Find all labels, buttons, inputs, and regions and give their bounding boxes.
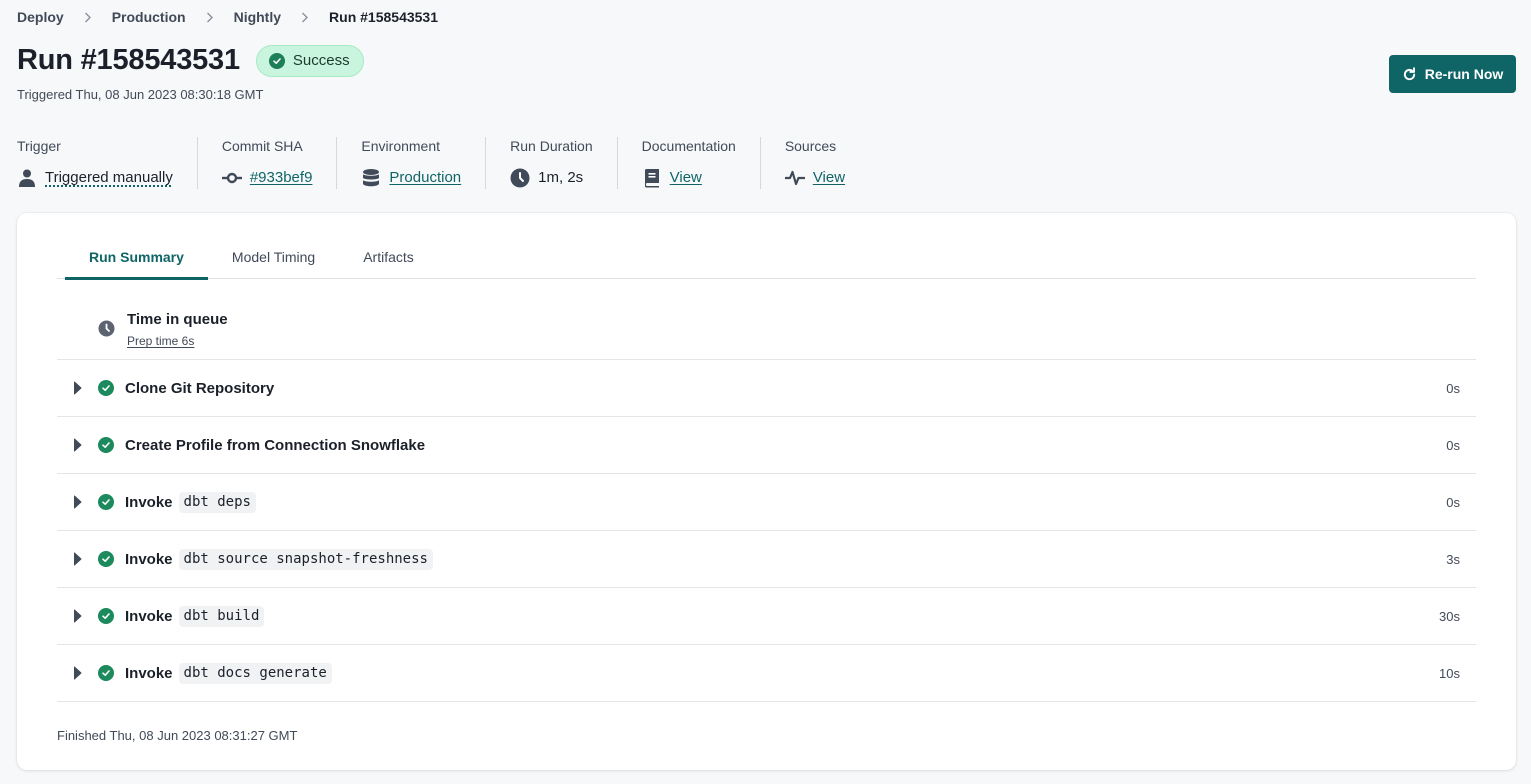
caret-right-icon[interactable] [73,495,82,509]
step-name: Clone Git Repository [125,379,275,397]
success-check-icon [98,437,114,453]
commit-sha-link[interactable]: #933bef9 [250,167,313,189]
caret-right-icon[interactable] [73,609,82,623]
step-command: dbt source snapshot-freshness [178,548,433,570]
chevron-right-icon [64,12,112,23]
breadcrumb-nightly[interactable]: Nightly [234,9,281,25]
trigger-value[interactable]: Triggered manually [45,167,173,189]
meta-run-duration: Run Duration 1m, 2s [485,137,617,189]
step-name: Invoke [125,493,173,511]
step-duration: 0s [1446,437,1460,453]
success-check-icon [98,551,114,567]
meta-documentation-label: Documentation [641,138,736,154]
book-icon [642,168,662,188]
database-icon [361,168,381,188]
caret-right-icon[interactable] [73,438,82,452]
run-summary-card: Run Summary Model Timing Artifacts Time … [17,213,1516,770]
status-badge: Success [255,44,364,77]
run-metadata: Trigger Triggered manually Commit SHA #9… [17,137,869,189]
step-duration: 10s [1439,665,1460,681]
triggered-timestamp: Triggered Thu, 08 Jun 2023 08:30:18 GMT [17,87,264,102]
tab-artifacts[interactable]: Artifacts [339,243,438,279]
chevron-right-icon [281,12,329,23]
meta-environment-label: Environment [361,138,441,154]
title-row: Run #158543531 Success [17,44,364,77]
step-duration: 0s [1446,494,1460,510]
chevron-right-icon [186,12,234,23]
step-name: Create Profile from Connection Snowflake [125,436,426,454]
meta-documentation: Documentation View [616,137,760,189]
step-row[interactable]: Invoke dbt source snapshot-freshness 3s [57,531,1476,588]
meta-environment: Environment Production [336,137,485,189]
success-check-icon [98,665,114,681]
breadcrumb-production[interactable]: Production [112,9,186,25]
time-in-queue: Time in queue Prep time 6s [57,309,1476,360]
status-badge-label: Success [292,52,350,69]
step-name: Invoke [125,664,173,682]
caret-right-icon[interactable] [73,552,82,566]
run-steps-list: Clone Git Repository 0s Create Profile f… [57,360,1476,702]
step-command: dbt deps [178,491,256,513]
clock-icon [510,168,530,188]
step-row[interactable]: Invoke dbt build 30s [57,588,1476,645]
caret-right-icon[interactable] [73,666,82,680]
rerun-now-button[interactable]: Re-run Now [1389,55,1516,93]
prep-time-link[interactable]: Prep time 6s [127,334,194,348]
step-row[interactable]: Clone Git Repository 0s [57,360,1476,417]
activity-icon [784,168,805,188]
step-duration: 3s [1446,551,1460,567]
run-duration-value: 1m, 2s [538,169,584,186]
refresh-icon [1403,66,1415,80]
step-duration: 0s [1446,380,1460,396]
step-command: dbt docs generate [178,662,332,684]
breadcrumb: Deploy Production Nightly Run #158543531 [17,8,438,26]
documentation-view-link[interactable]: View [670,167,702,189]
tab-bar: Run Summary Model Timing Artifacts [57,243,1476,280]
step-command: dbt build [178,605,265,627]
success-check-icon [98,380,114,396]
page-title: Run #158543531 [17,44,240,76]
tab-run-summary[interactable]: Run Summary [57,243,208,280]
user-icon [17,168,37,188]
step-name: Invoke [125,550,173,568]
tab-model-timing[interactable]: Model Timing [208,243,339,279]
step-name: Invoke [125,607,173,625]
sources-view-link[interactable]: View [813,167,845,189]
meta-trigger-label: Trigger [17,138,61,154]
finished-timestamp: Finished Thu, 08 Jun 2023 08:31:27 GMT [57,728,298,743]
git-commit-icon [221,168,242,188]
rerun-now-label: Re-run Now [1424,66,1504,82]
clock-icon [98,320,115,337]
breadcrumb-deploy[interactable]: Deploy [17,9,64,25]
step-duration: 30s [1439,608,1460,624]
check-circle-icon [268,52,285,69]
meta-sources: Sources View [759,137,869,189]
success-check-icon [98,494,114,510]
step-row[interactable]: Invoke dbt deps 0s [57,474,1476,531]
environment-link[interactable]: Production [389,167,461,189]
breadcrumb-current-run: Run #158543531 [329,9,438,25]
step-row[interactable]: Invoke dbt docs generate 10s [57,645,1476,702]
caret-right-icon[interactable] [73,381,82,395]
time-in-queue-title: Time in queue [127,311,228,328]
run-detail-page: Deploy Production Nightly Run #158543531… [0,0,1531,784]
step-row[interactable]: Create Profile from Connection Snowflake… [57,417,1476,474]
meta-commit-label: Commit SHA [221,138,303,154]
meta-commit-sha: Commit SHA #933bef9 [196,137,337,189]
meta-sources-label: Sources [784,138,837,154]
success-check-icon [98,608,114,624]
meta-trigger: Trigger Triggered manually [17,137,197,189]
meta-duration-label: Run Duration [510,138,593,154]
